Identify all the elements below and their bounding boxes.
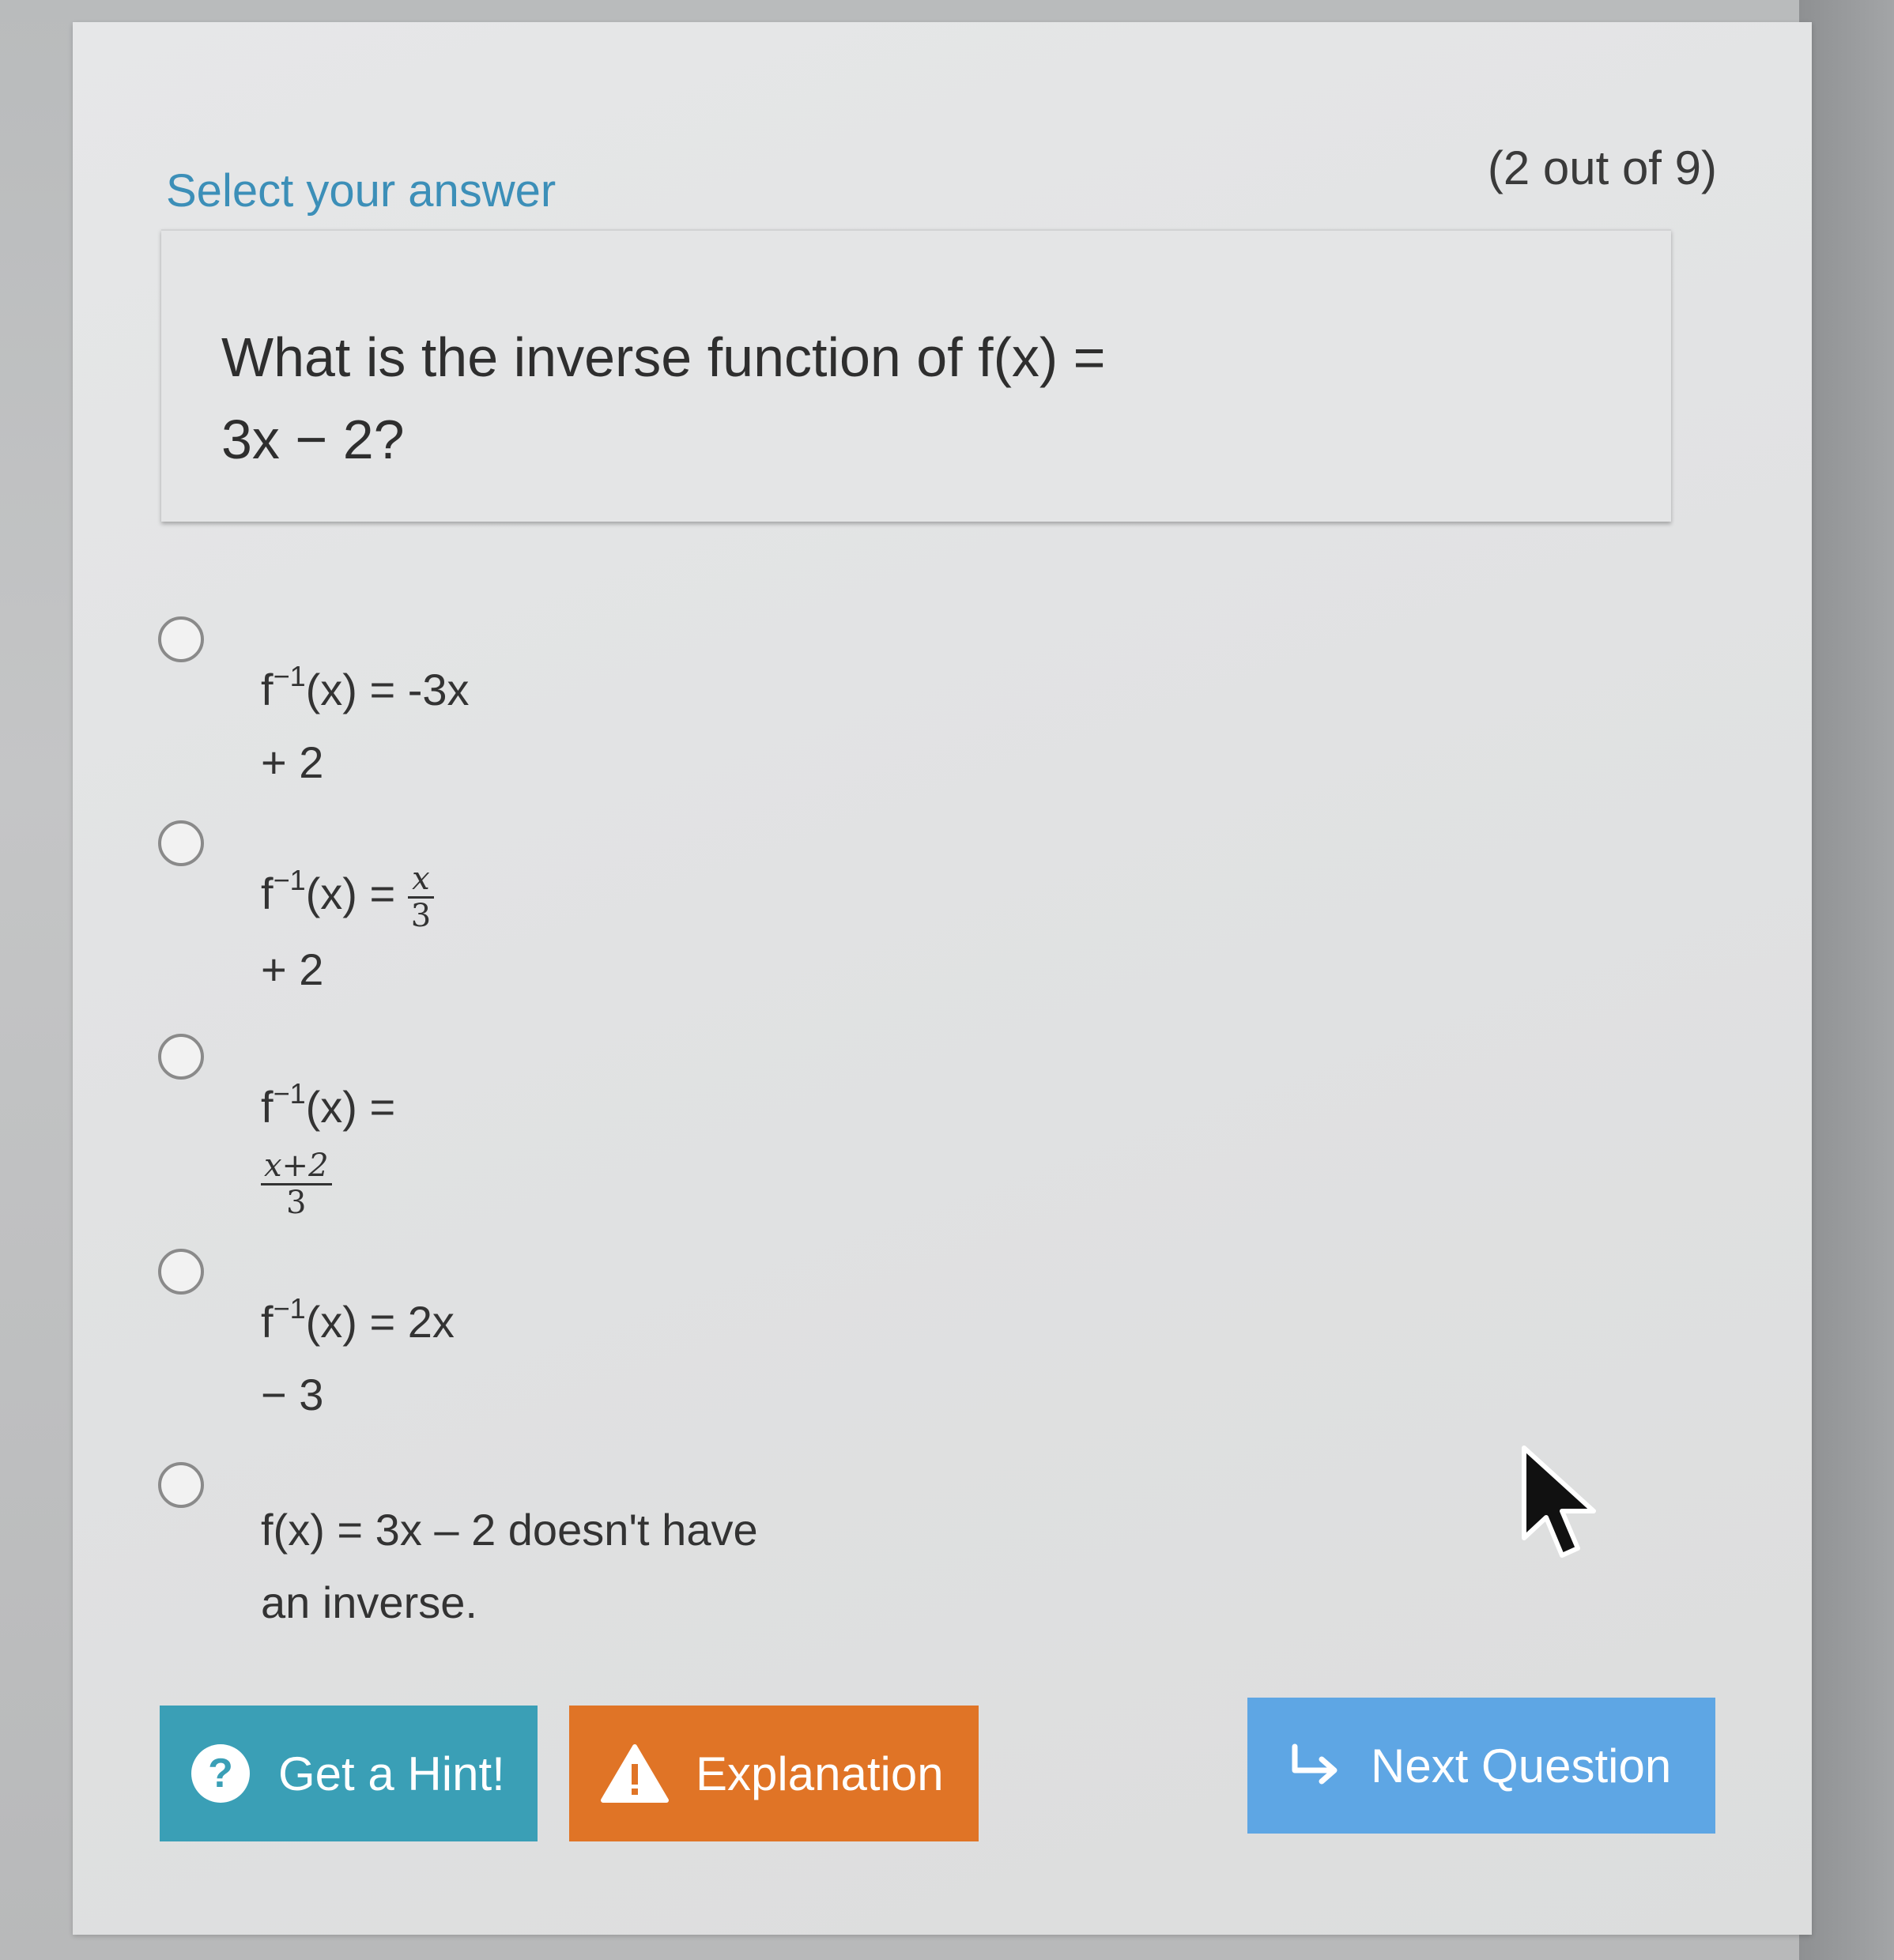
- question-progress: (2 out of 9): [1487, 141, 1717, 194]
- option-a-line-2: + 2: [261, 737, 324, 787]
- option-c-fraction-numerator: x+2: [261, 1148, 332, 1185]
- get-hint-button[interactable]: ? Get a Hint!: [160, 1706, 538, 1841]
- option-e-label: f(x) = 3x – 2 doesn't have an inverse.: [261, 1494, 758, 1639]
- option-b-func: f: [261, 869, 274, 918]
- quiz-card: Select your answer (2 out of 9) What is …: [73, 22, 1812, 1935]
- explanation-label: Explanation: [696, 1747, 944, 1800]
- explanation-button[interactable]: Explanation: [569, 1706, 979, 1841]
- option-b-fraction-denominator: 3: [410, 897, 432, 934]
- option-d-func: f: [261, 1297, 274, 1347]
- option-d-expression: (x) = 2x: [305, 1297, 455, 1347]
- arrow-return-right-icon: [1292, 1743, 1337, 1785]
- question-text: What is the inverse function of f(x) = 3…: [221, 316, 1328, 481]
- option-a-expression: (x) = -3x: [305, 665, 470, 714]
- option-c-func: f: [261, 1082, 274, 1132]
- question-box: What is the inverse function of f(x) = 3…: [161, 229, 1671, 522]
- option-b-line-2: + 2: [261, 944, 324, 994]
- quiz-header: Select your answer (2 out of 9): [166, 141, 1717, 220]
- question-line-1: What is the inverse function of f(x) =: [221, 326, 1106, 388]
- mouse-pointer-icon: [1522, 1446, 1596, 1558]
- next-question-label: Next Question: [1371, 1739, 1672, 1792]
- option-a-exponent: −1: [273, 660, 306, 692]
- select-answer-title: Select your answer: [166, 165, 557, 217]
- option-d-line-2: − 3: [261, 1370, 324, 1419]
- option-b-exponent: −1: [273, 864, 306, 896]
- option-c-expression: (x) =: [305, 1082, 396, 1132]
- option-b-fraction-numerator: x: [407, 861, 435, 899]
- option-b-label: f−1(x) = x3 + 2: [261, 844, 435, 1006]
- option-c-radio[interactable]: [158, 1034, 204, 1080]
- option-b-radio[interactable]: [158, 820, 204, 866]
- option-c-fraction-denominator: 3: [286, 1185, 307, 1221]
- option-d-label: f−1(x) = 2x − 3: [261, 1272, 455, 1431]
- option-c-exponent: −1: [273, 1077, 306, 1110]
- question-line-2: 3x − 2?: [221, 409, 405, 470]
- option-e-radio[interactable]: [158, 1462, 204, 1508]
- option-e-line-2: an inverse.: [261, 1577, 477, 1627]
- warning-triangle-icon: [601, 1744, 669, 1803]
- option-a-func: f: [261, 665, 274, 714]
- question-circle-icon: ?: [191, 1744, 250, 1803]
- option-d-radio[interactable]: [158, 1249, 204, 1295]
- option-d-exponent: −1: [273, 1292, 306, 1325]
- background-edge: [1799, 0, 1894, 1960]
- option-b-expression: (x) =: [305, 869, 396, 918]
- option-a-label: f−1(x) = -3x + 2: [261, 640, 470, 799]
- option-c-label: f−1(x) = x+2 3: [261, 1057, 395, 1220]
- option-a-radio[interactable]: [158, 616, 204, 662]
- next-question-button[interactable]: Next Question: [1247, 1698, 1715, 1834]
- option-e-line-1: f(x) = 3x – 2 doesn't have: [261, 1505, 758, 1555]
- get-hint-label: Get a Hint!: [278, 1747, 505, 1800]
- option-c-fraction: x+2 3: [261, 1148, 332, 1220]
- option-b-fraction: x3: [407, 861, 435, 934]
